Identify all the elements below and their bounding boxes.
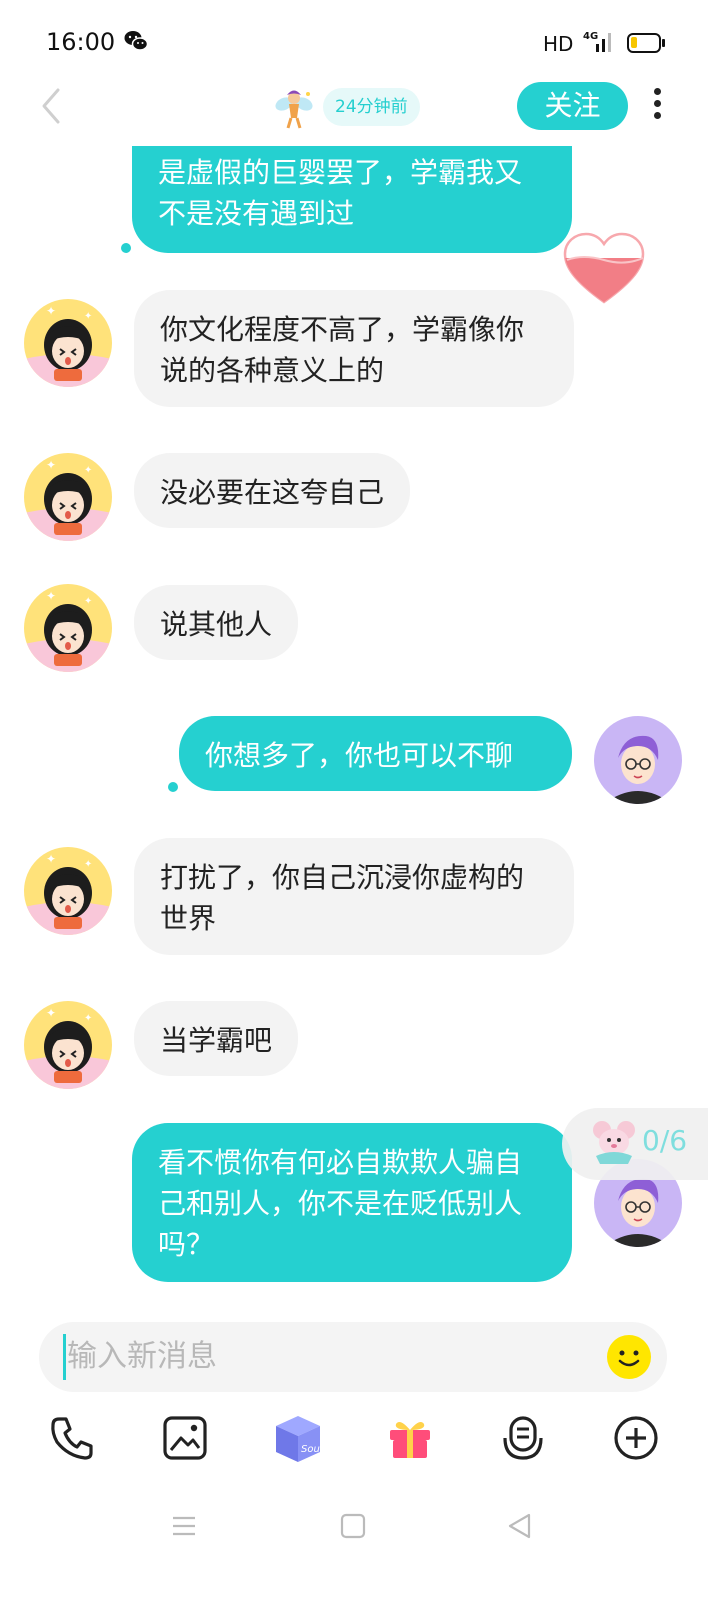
chat-toolbar: Soul	[0, 1406, 720, 1476]
soul-box-icon[interactable]: Soul	[270, 1410, 326, 1466]
soul-box-label: Soul	[301, 1444, 323, 1455]
fairy-avatar-icon[interactable]	[272, 86, 316, 130]
svg-text:✦: ✦	[84, 465, 92, 476]
status-time: 16:00	[46, 28, 116, 56]
text-cursor	[63, 1334, 66, 1380]
message-bubble-received[interactable]: 打扰了，你自己沉浸你虚构的世界	[134, 838, 574, 955]
message-bubble-received[interactable]: 当学霸吧	[134, 1001, 299, 1076]
emoji-icon[interactable]	[606, 1334, 652, 1380]
svg-text:✦: ✦	[46, 1006, 56, 1020]
read-indicator	[168, 782, 178, 792]
read-indicator	[121, 243, 131, 253]
intimacy-heart-icon[interactable]	[563, 232, 645, 306]
menu-icon[interactable]	[170, 1512, 198, 1540]
wechat-icon	[124, 31, 148, 51]
message-input[interactable]: 输入新消息	[39, 1322, 667, 1392]
peer-avatar[interactable]: ✦ ✦	[24, 453, 112, 541]
svg-text:✦: ✦	[84, 1013, 92, 1024]
chat-header: 24分钟前 关注	[0, 82, 720, 146]
battery-icon	[627, 33, 665, 53]
input-placeholder: 输入新消息	[67, 1339, 217, 1374]
peer-avatar[interactable]: ✦ ✦	[24, 584, 112, 672]
image-icon[interactable]	[161, 1414, 209, 1462]
svg-text:✦: ✦	[84, 859, 92, 870]
counter-text: 0/6	[642, 1124, 688, 1157]
voice-icon[interactable]	[499, 1414, 547, 1462]
peer-avatar[interactable]: ✦ ✦	[24, 299, 112, 387]
system-nav-bar	[0, 1500, 720, 1560]
plus-icon[interactable]	[612, 1414, 660, 1462]
message-bubble-sent[interactable]: 你想多了，你也可以不聊	[179, 716, 572, 791]
message-bubble-received[interactable]: 说其他人	[134, 585, 299, 660]
peer-avatar[interactable]: ✦ ✦	[24, 1001, 112, 1089]
more-options-icon[interactable]	[650, 88, 664, 124]
battery-level	[631, 37, 637, 48]
back-chevron-icon[interactable]	[36, 86, 66, 126]
message-bubble-received[interactable]: 没必要在这夸自己	[134, 453, 411, 528]
mouse-mascot-icon	[593, 1121, 635, 1164]
svg-text:✦: ✦	[46, 852, 56, 866]
home-icon[interactable]	[339, 1512, 367, 1540]
svg-text:✦: ✦	[46, 458, 56, 472]
back-icon[interactable]	[506, 1512, 534, 1540]
signal-icon: 4G	[583, 31, 611, 52]
svg-text:✦: ✦	[84, 311, 92, 322]
message-bubble-received[interactable]: 你文化程度不高了，学霸像你说的各种意义上的	[134, 290, 574, 407]
svg-text:✦: ✦	[84, 596, 92, 607]
peer-avatar[interactable]: ✦ ✦	[24, 847, 112, 935]
question-counter[interactable]: 0/6	[562, 1108, 708, 1180]
status-bar: 16:00 HD 4G	[0, 0, 720, 86]
svg-text:✦: ✦	[46, 304, 56, 318]
last-active-badge: 24分钟前	[323, 88, 420, 126]
my-avatar[interactable]	[594, 716, 682, 804]
svg-text:✦: ✦	[46, 589, 56, 603]
hd-indicator: HD	[543, 32, 574, 56]
follow-button[interactable]: 关注	[517, 82, 628, 130]
phone-icon[interactable]	[48, 1414, 96, 1462]
message-bubble-sent[interactable]: 是虚假的巨婴罢了，学霸我又不是没有遇到过	[132, 146, 572, 253]
gift-icon[interactable]	[386, 1414, 434, 1462]
message-bubble-sent[interactable]: 看不惯你有何必自欺欺人骗自己和别人，你不是在贬低别人吗？	[132, 1123, 572, 1282]
network-type: 4G	[583, 31, 598, 42]
